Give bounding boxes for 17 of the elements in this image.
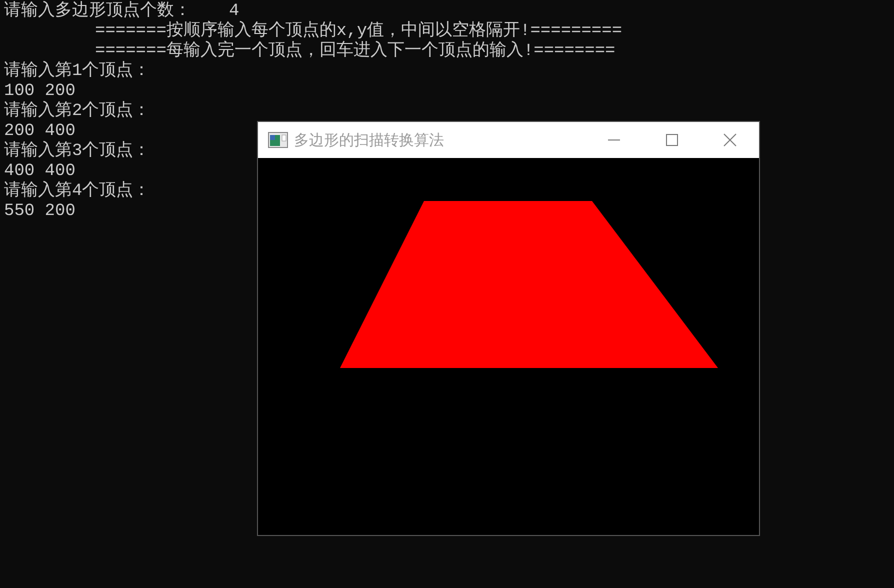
console-text: 请输入第3个顶点： bbox=[4, 142, 150, 161]
console-text: =======每输入完一个顶点，回车进入下一个顶点的输入!======== bbox=[95, 42, 616, 61]
console-text: 200 400 bbox=[4, 122, 76, 141]
console-text: 请输入第1个顶点： bbox=[4, 62, 150, 81]
console-text: 请输入多边形顶点个数： bbox=[4, 2, 191, 21]
console-input-value: 4 bbox=[229, 2, 240, 21]
console-text: 400 400 bbox=[4, 162, 76, 181]
maximize-icon bbox=[665, 133, 679, 147]
window-title: 多边形的扫描转换算法 bbox=[294, 130, 444, 150]
console-text: =======按顺序输入每个顶点的x,y值，中间以空格隔开!========= bbox=[95, 22, 622, 41]
console-text: 100 200 bbox=[4, 82, 76, 101]
app-icon bbox=[268, 132, 288, 148]
close-icon bbox=[723, 133, 737, 147]
minimize-icon bbox=[608, 139, 620, 141]
console-text: 请输入第4个顶点： bbox=[4, 182, 150, 201]
console-text: 请输入第2个顶点： bbox=[4, 102, 150, 121]
console-text: 550 200 bbox=[4, 202, 76, 221]
